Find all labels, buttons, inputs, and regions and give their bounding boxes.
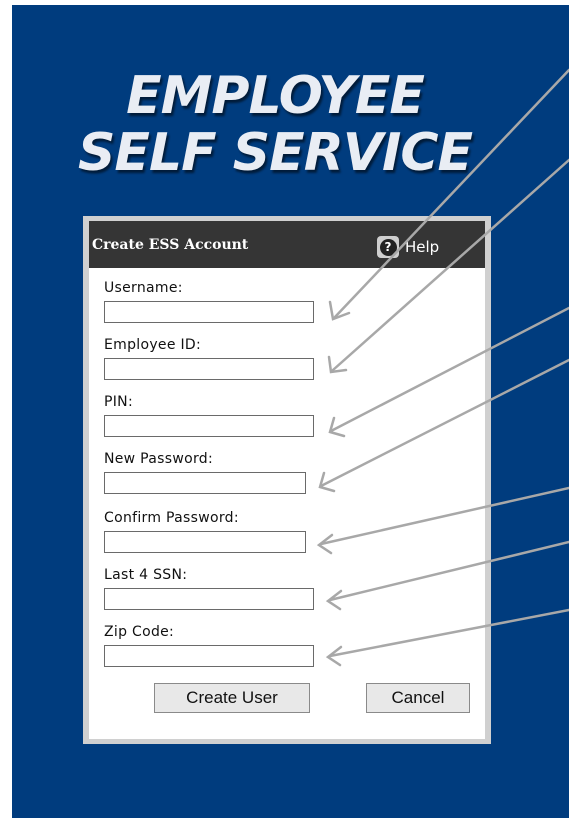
arrow-line-zip-code bbox=[328, 608, 569, 658]
arrow-line-new-password bbox=[319, 358, 569, 488]
arrow-line-last4-ssn bbox=[328, 540, 569, 602]
arrow-line-confirm-password bbox=[319, 486, 569, 546]
annotation-arrows bbox=[316, 68, 569, 667]
arrow-line-pin bbox=[329, 306, 569, 433]
arrow-line-employee-id bbox=[331, 158, 569, 372]
arrow-line-username bbox=[333, 68, 569, 319]
